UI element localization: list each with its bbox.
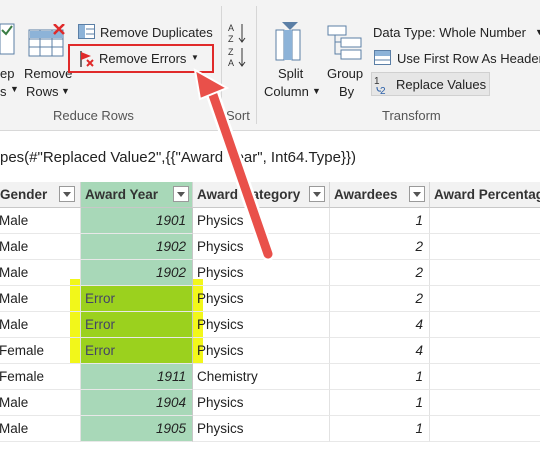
annotation-arrow xyxy=(193,68,275,261)
